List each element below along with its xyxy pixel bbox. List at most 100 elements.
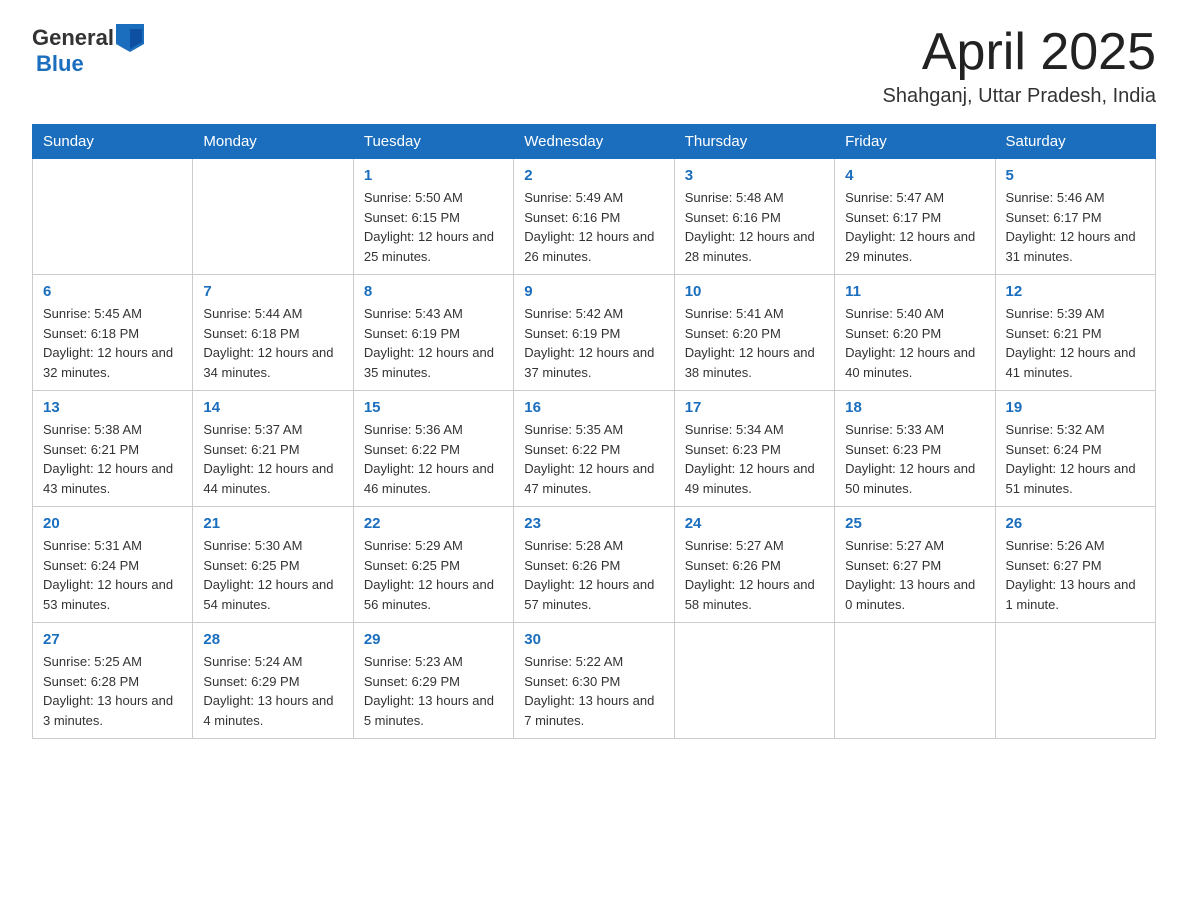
calendar-week-row: 27 Sunrise: 5:25 AMSunset: 6:28 PMDayligh…: [33, 623, 1156, 739]
day-info: Sunrise: 5:46 AMSunset: 6:17 PMDaylight:…: [1006, 188, 1145, 266]
location-title: Shahganj, Uttar Pradesh, India: [882, 85, 1156, 108]
calendar-cell: 17 Sunrise: 5:34 AMSunset: 6:23 PMDayligh…: [674, 391, 834, 507]
logo: General Blue: [32, 24, 144, 76]
day-number: 1: [364, 167, 503, 184]
day-info: Sunrise: 5:37 AMSunset: 6:21 PMDaylight:…: [203, 420, 342, 498]
day-info: Sunrise: 5:48 AMSunset: 6:16 PMDaylight:…: [685, 188, 824, 266]
calendar-cell: 21 Sunrise: 5:30 AMSunset: 6:25 PMDayligh…: [193, 507, 353, 623]
day-info: Sunrise: 5:25 AMSunset: 6:28 PMDaylight:…: [43, 652, 182, 730]
calendar-cell: 25 Sunrise: 5:27 AMSunset: 6:27 PMDayligh…: [835, 507, 995, 623]
day-number: 15: [364, 399, 503, 416]
calendar-header: Sunday Monday Tuesday Wednesday Thursday…: [33, 125, 1156, 159]
header-tuesday: Tuesday: [353, 125, 513, 159]
day-number: 29: [364, 631, 503, 648]
calendar-cell: [674, 623, 834, 739]
day-number: 17: [685, 399, 824, 416]
calendar-cell: 11 Sunrise: 5:40 AMSunset: 6:20 PMDayligh…: [835, 275, 995, 391]
header-saturday: Saturday: [995, 125, 1155, 159]
title-block: April 2025 Shahganj, Uttar Pradesh, Indi…: [882, 24, 1156, 108]
calendar-cell: 15Sunrise: 5:36 AMSunset: 6:22 PMDayligh…: [353, 391, 513, 507]
calendar-cell: 23 Sunrise: 5:28 AMSunset: 6:26 PMDayligh…: [514, 507, 674, 623]
calendar-table: Sunday Monday Tuesday Wednesday Thursday…: [32, 124, 1156, 739]
calendar-cell: 29 Sunrise: 5:23 AMSunset: 6:29 PMDayligh…: [353, 623, 513, 739]
day-number: 27: [43, 631, 182, 648]
day-number: 24: [685, 515, 824, 532]
day-number: 23: [524, 515, 663, 532]
header-wednesday: Wednesday: [514, 125, 674, 159]
calendar-cell: 2Sunrise: 5:49 AMSunset: 6:16 PMDaylight…: [514, 159, 674, 275]
calendar-cell: 12 Sunrise: 5:39 AMSunset: 6:21 PMDayligh…: [995, 275, 1155, 391]
calendar-cell: 22Sunrise: 5:29 AMSunset: 6:25 PMDayligh…: [353, 507, 513, 623]
day-info: Sunrise: 5:44 AMSunset: 6:18 PMDaylight:…: [203, 304, 342, 382]
calendar-cell: 30 Sunrise: 5:22 AMSunset: 6:30 PMDayligh…: [514, 623, 674, 739]
calendar-cell: 10 Sunrise: 5:41 AMSunset: 6:20 PMDayligh…: [674, 275, 834, 391]
header-friday: Friday: [835, 125, 995, 159]
calendar-cell: [193, 159, 353, 275]
day-info: Sunrise: 5:23 AMSunset: 6:29 PMDaylight:…: [364, 652, 503, 730]
day-number: 12: [1006, 283, 1145, 300]
calendar-cell: 13Sunrise: 5:38 AMSunset: 6:21 PMDayligh…: [33, 391, 193, 507]
calendar-week-row: 6Sunrise: 5:45 AMSunset: 6:18 PMDaylight…: [33, 275, 1156, 391]
day-number: 14: [203, 399, 342, 416]
calendar-cell: 16Sunrise: 5:35 AMSunset: 6:22 PMDayligh…: [514, 391, 674, 507]
day-number: 28: [203, 631, 342, 648]
day-info: Sunrise: 5:22 AMSunset: 6:30 PMDaylight:…: [524, 652, 663, 730]
day-number: 2: [524, 167, 663, 184]
day-number: 9: [524, 283, 663, 300]
day-info: Sunrise: 5:42 AMSunset: 6:19 PMDaylight:…: [524, 304, 663, 382]
calendar-cell: 20Sunrise: 5:31 AMSunset: 6:24 PMDayligh…: [33, 507, 193, 623]
calendar-cell: 5 Sunrise: 5:46 AMSunset: 6:17 PMDaylight…: [995, 159, 1155, 275]
day-info: Sunrise: 5:24 AMSunset: 6:29 PMDaylight:…: [203, 652, 342, 730]
logo-blue-text: Blue: [36, 52, 144, 76]
day-number: 18: [845, 399, 984, 416]
day-info: Sunrise: 5:28 AMSunset: 6:26 PMDaylight:…: [524, 536, 663, 614]
header-monday: Monday: [193, 125, 353, 159]
day-info: Sunrise: 5:26 AMSunset: 6:27 PMDaylight:…: [1006, 536, 1145, 614]
calendar-cell: 14 Sunrise: 5:37 AMSunset: 6:21 PMDayligh…: [193, 391, 353, 507]
calendar-cell: 26Sunrise: 5:26 AMSunset: 6:27 PMDayligh…: [995, 507, 1155, 623]
day-number: 10: [685, 283, 824, 300]
day-number: 16: [524, 399, 663, 416]
calendar-cell: 7 Sunrise: 5:44 AMSunset: 6:18 PMDaylight…: [193, 275, 353, 391]
day-number: 4: [845, 167, 984, 184]
calendar-body: 1Sunrise: 5:50 AMSunset: 6:15 PMDaylight…: [33, 159, 1156, 739]
header-thursday: Thursday: [674, 125, 834, 159]
day-info: Sunrise: 5:40 AMSunset: 6:20 PMDaylight:…: [845, 304, 984, 382]
day-number: 8: [364, 283, 503, 300]
calendar-cell: 4Sunrise: 5:47 AMSunset: 6:17 PMDaylight…: [835, 159, 995, 275]
calendar-week-row: 20Sunrise: 5:31 AMSunset: 6:24 PMDayligh…: [33, 507, 1156, 623]
day-number: 21: [203, 515, 342, 532]
calendar-cell: 28 Sunrise: 5:24 AMSunset: 6:29 PMDayligh…: [193, 623, 353, 739]
day-info: Sunrise: 5:41 AMSunset: 6:20 PMDaylight:…: [685, 304, 824, 382]
day-number: 11: [845, 283, 984, 300]
day-number: 5: [1006, 167, 1145, 184]
month-title: April 2025: [882, 24, 1156, 81]
header-sunday: Sunday: [33, 125, 193, 159]
day-info: Sunrise: 5:31 AMSunset: 6:24 PMDaylight:…: [43, 536, 182, 614]
day-number: 25: [845, 515, 984, 532]
day-info: Sunrise: 5:39 AMSunset: 6:21 PMDaylight:…: [1006, 304, 1145, 382]
logo-icon: [116, 24, 144, 52]
day-number: 6: [43, 283, 182, 300]
calendar-cell: 9 Sunrise: 5:42 AMSunset: 6:19 PMDaylight…: [514, 275, 674, 391]
calendar-cell: 3Sunrise: 5:48 AMSunset: 6:16 PMDaylight…: [674, 159, 834, 275]
calendar-cell: 27 Sunrise: 5:25 AMSunset: 6:28 PMDayligh…: [33, 623, 193, 739]
day-number: 30: [524, 631, 663, 648]
day-info: Sunrise: 5:29 AMSunset: 6:25 PMDaylight:…: [364, 536, 503, 614]
day-info: Sunrise: 5:33 AMSunset: 6:23 PMDaylight:…: [845, 420, 984, 498]
day-info: Sunrise: 5:30 AMSunset: 6:25 PMDaylight:…: [203, 536, 342, 614]
calendar-cell: 6Sunrise: 5:45 AMSunset: 6:18 PMDaylight…: [33, 275, 193, 391]
day-number: 19: [1006, 399, 1145, 416]
day-info: Sunrise: 5:27 AMSunset: 6:27 PMDaylight:…: [845, 536, 984, 614]
logo-general-text: General: [32, 26, 114, 50]
weekday-header-row: Sunday Monday Tuesday Wednesday Thursday…: [33, 125, 1156, 159]
calendar-week-row: 1Sunrise: 5:50 AMSunset: 6:15 PMDaylight…: [33, 159, 1156, 275]
day-info: Sunrise: 5:34 AMSunset: 6:23 PMDaylight:…: [685, 420, 824, 498]
calendar-cell: 1Sunrise: 5:50 AMSunset: 6:15 PMDaylight…: [353, 159, 513, 275]
calendar-cell: [835, 623, 995, 739]
day-number: 13: [43, 399, 182, 416]
calendar-cell: 24Sunrise: 5:27 AMSunset: 6:26 PMDayligh…: [674, 507, 834, 623]
day-number: 7: [203, 283, 342, 300]
day-info: Sunrise: 5:43 AMSunset: 6:19 PMDaylight:…: [364, 304, 503, 382]
page-header: General Blue April 2025 Shahganj, Uttar …: [32, 24, 1156, 108]
